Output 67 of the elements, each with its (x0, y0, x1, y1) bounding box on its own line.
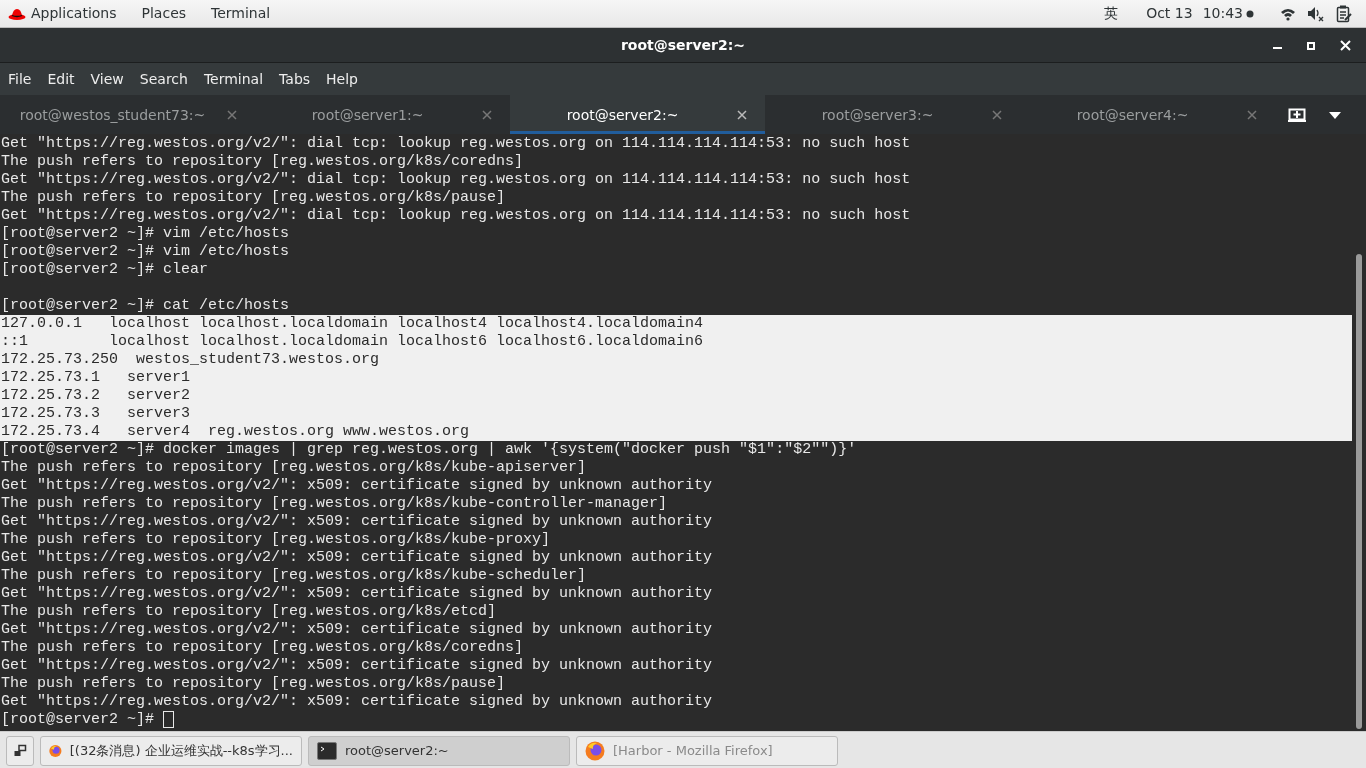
terminal-line: The push refers to repository [reg.westos.org/k8s/etcd] (0, 603, 498, 621)
terminal-tab[interactable]: root@westos_student73:~ (0, 95, 255, 134)
scrollbar-thumb[interactable] (1356, 254, 1362, 729)
terminal-line: Get "https://reg.westos.org/v2/": x509: certificate signed by unknown authority (0, 477, 714, 495)
minimize-icon (1272, 46, 1282, 49)
menu-item[interactable]: Search (131, 68, 196, 90)
taskbar-button[interactable]: root@server2:~ (308, 735, 570, 766)
date[interactable]: Oct 13 (1146, 3, 1193, 24)
new-tab-icon[interactable] (1288, 106, 1306, 122)
top-menu[interactable]: Terminal (211, 3, 271, 24)
menu-item[interactable]: View (82, 68, 132, 90)
top-menu[interactable]: Applications (31, 3, 117, 24)
terminal-line: The push refers to repository [reg.westos.org/k8s/kube-apiserver] (0, 459, 588, 477)
windows-icon (13, 743, 27, 758)
terminal-line: The push refers to repository [reg.westos.org/k8s/coredns] (0, 639, 525, 657)
show-desktop-button[interactable] (6, 735, 34, 766)
terminal-line: Get "https://reg.westos.org/v2/": dial tcp: lookup reg.westos.org on 114.114.114.114:53: no such host (0, 207, 912, 225)
maximize-icon (1307, 41, 1315, 50)
menu-item[interactable]: Help (318, 68, 366, 90)
dropdown-icon[interactable] (1329, 112, 1341, 119)
terminal-line: [root@server2 ~]# clear (0, 261, 210, 279)
terminal-line: Get "https://reg.westos.org/v2/": x509: certificate signed by unknown authority (0, 657, 714, 675)
terminal-line: Get "https://reg.westos.org/v2/": dial tcp: lookup reg.westos.org on 114.114.114.114:53: no such host (0, 135, 912, 153)
terminal-line: The push refers to repository [reg.westos.org/k8s/coredns] (0, 153, 525, 171)
time[interactable]: 10:43 (1202, 3, 1243, 24)
terminal-icon (317, 741, 337, 760)
terminal-line: The push refers to repository [reg.westos.org/k8s/pause] (0, 675, 507, 693)
taskbar-button[interactable]: [(32条消息) 企业运维实战--k8s学习... (40, 735, 302, 766)
volume-muted-icon[interactable] (1307, 5, 1325, 22)
terminal-tab[interactable]: root@server3:~ (765, 95, 1020, 134)
terminal-line: Get "https://reg.westos.org/v2/": x509: certificate signed by unknown authority (0, 585, 714, 603)
terminal-line: The push refers to repository [reg.westos.org/k8s/kube-scheduler] (0, 567, 588, 585)
terminal-tab[interactable]: root@server4:~ (1020, 95, 1275, 134)
cursor (163, 711, 175, 728)
close-icon[interactable] (737, 110, 747, 120)
terminal-line: Get "https://reg.westos.org/v2/": dial tcp: lookup reg.westos.org on 114.114.114.114:53: no such host (0, 171, 912, 189)
close-icon[interactable] (482, 110, 492, 120)
menu-item[interactable]: Tabs (271, 68, 319, 90)
wifi-icon[interactable] (1280, 6, 1296, 21)
terminal-line: [root@server2 ~]# (0, 711, 1352, 729)
menu-item[interactable]: Terminal (195, 68, 272, 90)
menu-item[interactable]: Edit (39, 68, 83, 90)
terminal-line: [root@server2 ~]# cat /etc/hosts (0, 297, 291, 315)
terminal-line: Get "https://reg.westos.org/v2/": x509: certificate signed by unknown authority (0, 549, 714, 567)
notification-dot-icon (1246, 9, 1254, 18)
terminal-tab[interactable]: root@server1:~ (255, 95, 510, 134)
terminal-line: [root@server2 ~]# docker images | grep reg.westos.org | awk '{system("docker push "$1":"$2"")}' (0, 441, 858, 459)
window-title: root@server2:~ (620, 35, 746, 55)
close-icon[interactable] (227, 110, 237, 120)
globe-icon (585, 740, 605, 761)
clipboard-icon[interactable] (1336, 4, 1352, 23)
terminal-line: Get "https://reg.westos.org/v2/": x509: certificate signed by unknown authority (0, 693, 714, 711)
close-icon[interactable] (992, 110, 1002, 120)
close-icon (1339, 40, 1351, 51)
menu-item[interactable]: File (0, 68, 40, 90)
terminal-line: Get "https://reg.westos.org/v2/": x509: certificate signed by unknown authority (0, 621, 714, 639)
terminal-line: The push refers to repository [reg.westos.org/k8s/kube-controller-manager] (0, 495, 669, 513)
input-method[interactable]: 英 (1104, 3, 1119, 24)
terminal-line: The push refers to repository [reg.westos.org/k8s/pause] (0, 189, 507, 207)
terminal-line: The push refers to repository [reg.westos.org/k8s/kube-proxy] (0, 531, 552, 549)
terminal-line: [root@server2 ~]# vim /etc/hosts (0, 243, 291, 261)
terminal-line: Get "https://reg.westos.org/v2/": x509: certificate signed by unknown authority (0, 513, 714, 531)
top-menu[interactable]: Places (141, 3, 187, 24)
terminal-line: [root@server2 ~]# vim /etc/hosts (0, 225, 291, 243)
terminal-tab[interactable]: root@server2:~ (510, 95, 765, 134)
close-icon[interactable] (1247, 110, 1257, 120)
hat-icon[interactable] (8, 6, 26, 21)
